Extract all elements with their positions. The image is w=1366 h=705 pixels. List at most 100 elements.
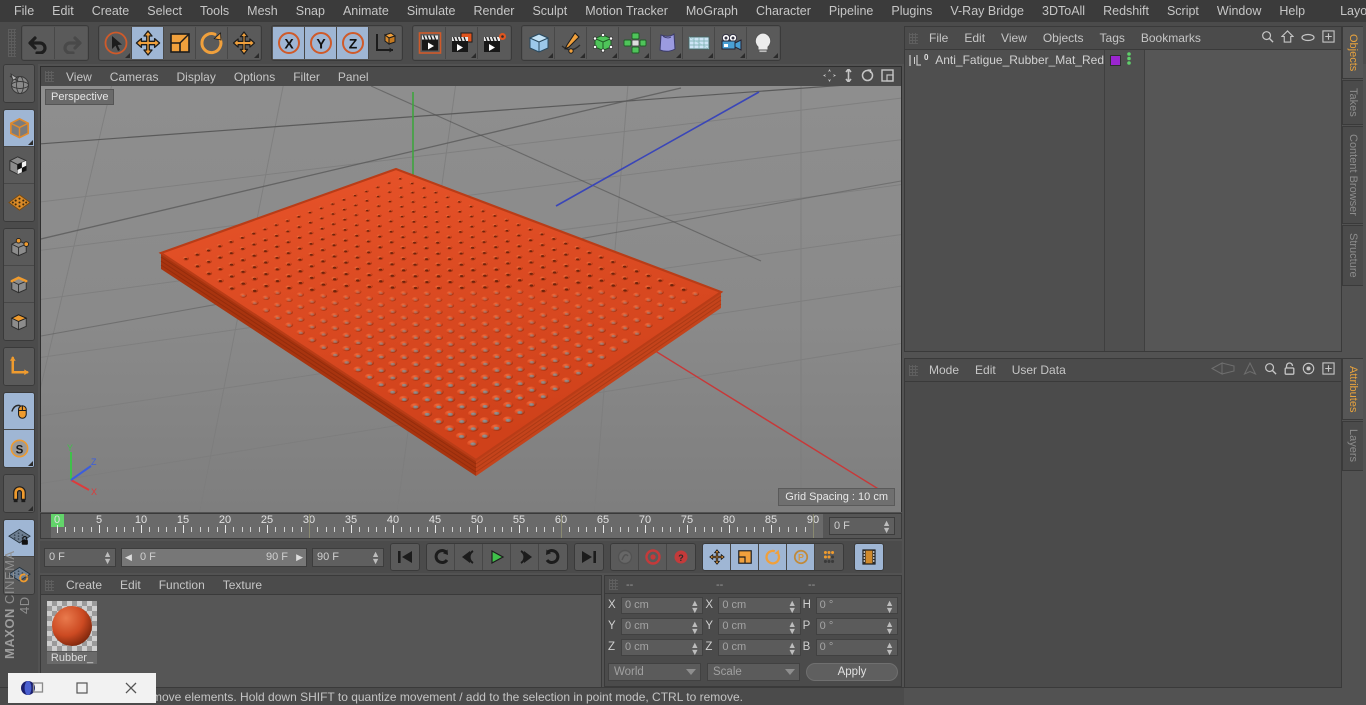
render-picture-viewer-icon[interactable] <box>446 27 478 59</box>
menu-item-mesh[interactable]: Mesh <box>238 0 287 22</box>
stepper-icon[interactable]: ▲ ▼ <box>882 519 891 535</box>
key-param-icon[interactable]: P <box>787 544 815 570</box>
step-forward-keyframe-icon[interactable] <box>539 544 567 570</box>
go-to-start-icon[interactable] <box>391 544 419 570</box>
menu-item-simulate[interactable]: Simulate <box>398 0 465 22</box>
coord-field-rot-b[interactable]: 0 ° ▲ ▼ <box>815 638 898 656</box>
viewport-menubar-grip[interactable] <box>45 71 54 82</box>
object-manager-grip[interactable] <box>909 32 918 44</box>
viewport-menu-options[interactable]: Options <box>225 70 284 84</box>
menu-item-3dtoall[interactable]: 3DToAll <box>1033 0 1094 22</box>
snap-icon[interactable]: S <box>4 430 34 467</box>
dots-tag-icon[interactable] <box>1126 52 1132 68</box>
material-menu-edit[interactable]: Edit <box>111 578 150 592</box>
rotate-icon[interactable] <box>196 27 228 59</box>
menu-item-create[interactable]: Create <box>83 0 139 22</box>
step-forward-frame-icon[interactable] <box>511 544 539 570</box>
move-viewport-icon[interactable] <box>823 68 836 85</box>
redo-icon[interactable] <box>55 27 87 59</box>
menu-item-help[interactable]: Help <box>1270 0 1314 22</box>
material-tag-icon[interactable] <box>1110 54 1121 66</box>
object-menu-edit[interactable]: Edit <box>956 31 993 45</box>
timeline-ruler[interactable]: 051015202530354045505560657075808590 <box>51 514 823 538</box>
texture-mode-icon[interactable] <box>4 147 34 184</box>
menu-item-tools[interactable]: Tools <box>191 0 238 22</box>
axis-globe-icon[interactable] <box>4 65 34 102</box>
stepper-icon[interactable]: ▲ ▼ <box>690 640 699 656</box>
object-tree[interactable]: 0 Anti_Fatigue_Rubber_Mat_Red <box>905 50 1105 351</box>
material-menu-texture[interactable]: Texture <box>214 578 271 592</box>
menu-item-plugins[interactable]: Plugins <box>882 0 941 22</box>
coordinate-system-dropdown[interactable]: World <box>608 663 701 681</box>
material-menu-create[interactable]: Create <box>57 578 111 592</box>
toolbar-grip[interactable] <box>8 29 16 57</box>
axis-z-icon[interactable]: Z <box>337 27 369 59</box>
menu-item-redshift[interactable]: Redshift <box>1094 0 1158 22</box>
edges-mode-icon[interactable] <box>4 266 34 303</box>
step-back-frame-icon[interactable] <box>455 544 483 570</box>
menu-item-script[interactable]: Script <box>1158 0 1208 22</box>
stepper-icon[interactable]: ▲ ▼ <box>885 640 894 656</box>
menu-item-v-ray-bridge[interactable]: V-Ray Bridge <box>941 0 1033 22</box>
vertical-tab-structure[interactable]: Structure <box>1342 224 1363 286</box>
play-icon[interactable] <box>483 544 511 570</box>
transport-end-frame-field[interactable]: 90 F ▲ ▼ <box>312 547 384 567</box>
coord-field-pos-y[interactable]: 0 cm ▲ ▼ <box>621 617 704 635</box>
eye-icon[interactable] <box>1301 31 1315 45</box>
stepper-icon[interactable]: ▲ ▼ <box>788 619 797 635</box>
model-mode-icon[interactable] <box>4 110 34 147</box>
rotate-viewport-icon[interactable] <box>861 68 874 85</box>
array-icon[interactable] <box>619 27 651 59</box>
render-settings-icon[interactable] <box>478 27 510 59</box>
camera-icon[interactable] <box>715 27 747 59</box>
object-menu-tags[interactable]: Tags <box>1092 31 1133 45</box>
stepper-icon[interactable]: ▲ ▼ <box>690 619 699 635</box>
scale-icon[interactable] <box>164 27 196 59</box>
coord-field-size-z[interactable]: 0 cm ▲ ▼ <box>718 638 801 656</box>
expand-toggle-icon[interactable] <box>909 54 916 66</box>
stepper-icon[interactable]: ▲ ▼ <box>103 549 112 565</box>
range-right-arrow-icon[interactable]: ▶ <box>296 552 303 563</box>
attribute-manager-grip[interactable] <box>909 364 918 376</box>
object-tag-column[interactable] <box>1105 50 1145 351</box>
viewport-menu-filter[interactable]: Filter <box>284 70 329 84</box>
material-menubar-grip[interactable] <box>45 579 54 591</box>
vertical-tab-objects[interactable]: Objects <box>1342 26 1363 80</box>
timeline-film-icon[interactable] <box>855 544 883 570</box>
viewport-solo-icon[interactable] <box>4 393 34 430</box>
key-selection-icon[interactable]: ? <box>667 544 695 570</box>
polygons-mode-icon[interactable] <box>4 303 34 340</box>
material-menu-function[interactable]: Function <box>150 578 214 592</box>
up-nav-icon[interactable] <box>1243 361 1257 378</box>
menu-item-edit[interactable]: Edit <box>43 0 83 22</box>
attribute-menu-edit[interactable]: Edit <box>967 363 1004 377</box>
maximize-icon[interactable] <box>57 673 106 703</box>
search-icon[interactable] <box>1261 30 1274 46</box>
autokey-icon[interactable] <box>611 544 639 570</box>
viewport-menu-display[interactable]: Display <box>167 70 224 84</box>
coord-field-size-y[interactable]: 0 cm ▲ ▼ <box>718 617 801 635</box>
key-rotation-icon[interactable] <box>759 544 787 570</box>
coordinates-grip[interactable] <box>609 579 618 590</box>
coord-field-pos-x[interactable]: 0 cm ▲ ▼ <box>621 596 704 614</box>
stepper-icon[interactable]: ▲ ▼ <box>788 598 797 614</box>
coord-field-rot-p[interactable]: 0 ° ▲ ▼ <box>815 617 898 635</box>
floor-environment-icon[interactable] <box>683 27 715 59</box>
object-menu-file[interactable]: File <box>921 31 956 45</box>
render-view-icon[interactable] <box>414 27 446 59</box>
attribute-manager-body[interactable] <box>905 381 1341 687</box>
magnet-icon[interactable] <box>4 475 34 512</box>
viewport-menu-view[interactable]: View <box>57 70 101 84</box>
cube-primitive-icon[interactable] <box>523 27 555 59</box>
stepper-icon[interactable]: ▲ ▼ <box>690 598 699 614</box>
menu-item-file[interactable]: File <box>5 0 43 22</box>
close-icon[interactable] <box>107 673 156 703</box>
coord-field-size-x[interactable]: 0 cm ▲ ▼ <box>718 596 801 614</box>
object-menu-objects[interactable]: Objects <box>1035 31 1092 45</box>
deformer-icon[interactable] <box>651 27 683 59</box>
timeline-range-slider[interactable]: ◀ 0 F 90 F ▶ <box>121 547 307 567</box>
move-icon[interactable] <box>132 27 164 59</box>
stepper-icon[interactable]: ▲ ▼ <box>371 549 380 565</box>
axis-modify-icon[interactable] <box>4 348 34 385</box>
object-menu-bookmarks[interactable]: Bookmarks <box>1133 31 1209 45</box>
